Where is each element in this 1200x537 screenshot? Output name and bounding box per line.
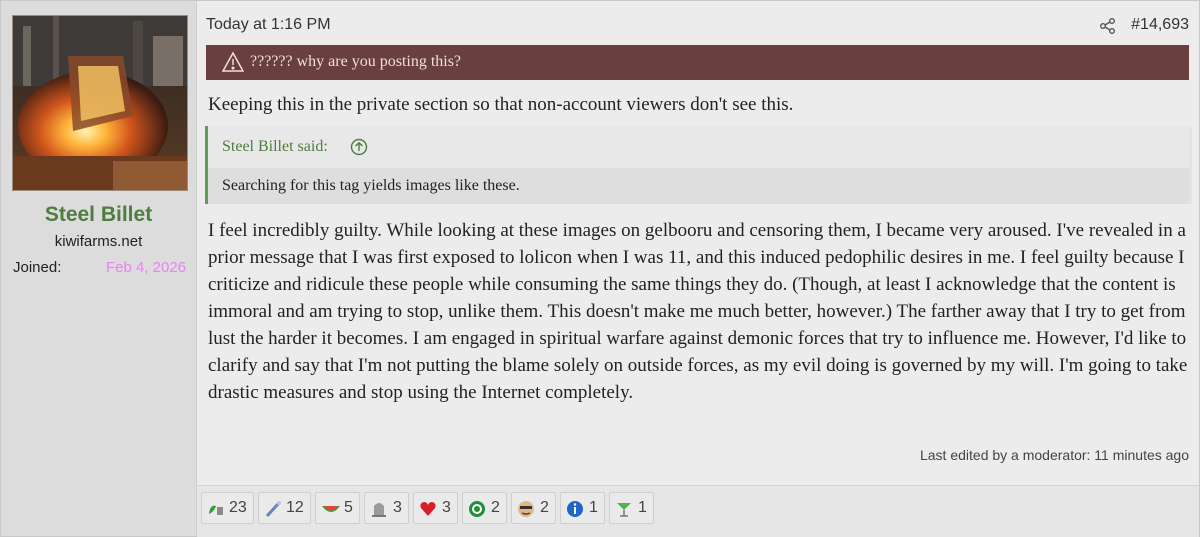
share-icon[interactable] bbox=[1099, 17, 1117, 35]
post-number[interactable]: #14,693 bbox=[1131, 16, 1189, 34]
watermelon-icon bbox=[321, 500, 340, 518]
reaction-count: 5 bbox=[344, 499, 353, 516]
reaction-cocktail[interactable]: 1 bbox=[609, 492, 654, 524]
green-circle-icon bbox=[468, 500, 486, 518]
quote-text: Searching for this tag yields images lik… bbox=[222, 177, 520, 194]
reaction-leaf[interactable]: 23 bbox=[201, 492, 254, 524]
user-sidebar: Steel Billet kiwifarms.net Joined: Feb 4… bbox=[1, 1, 197, 536]
reaction-count: 12 bbox=[286, 499, 304, 516]
warning-icon bbox=[221, 51, 245, 73]
quote-block: Steel Billet said: Searching for this ta… bbox=[205, 126, 1192, 204]
reaction-info[interactable]: 1 bbox=[560, 492, 605, 524]
reaction-count: 2 bbox=[540, 499, 549, 516]
notice-text: ?????? why are you posting this? bbox=[250, 53, 462, 70]
wand-icon bbox=[264, 500, 282, 518]
face-icon bbox=[517, 500, 535, 518]
post-timestamp[interactable]: Today at 1:16 PM bbox=[206, 16, 331, 34]
reaction-count: 2 bbox=[491, 499, 500, 516]
reaction-heart[interactable]: 3 bbox=[413, 492, 458, 524]
reaction-count: 1 bbox=[589, 499, 598, 516]
reaction-count: 3 bbox=[442, 499, 451, 516]
reaction-tombstone[interactable]: 3 bbox=[364, 492, 409, 524]
quote-attribution[interactable]: Steel Billet said: bbox=[222, 138, 328, 156]
reaction-count: 23 bbox=[229, 499, 247, 516]
reaction-wand[interactable]: 12 bbox=[258, 492, 311, 524]
username[interactable]: Steel Billet bbox=[1, 203, 196, 227]
joined-label: Joined: bbox=[13, 259, 62, 276]
leaf-icon bbox=[207, 500, 225, 518]
quote-header: Steel Billet said: bbox=[208, 126, 1189, 168]
post-body: I feel incredibly guilty. While looking … bbox=[208, 220, 1188, 403]
post-main: Today at 1:16 PM #14,693 ?????? why are … bbox=[197, 1, 1199, 536]
edited-note: Last edited by a moderator: 11 minutes a… bbox=[919, 447, 1189, 463]
tombstone-icon bbox=[370, 500, 388, 518]
quote-body: Searching for this tag yields images lik… bbox=[208, 168, 1189, 204]
mod-notice: ?????? why are you posting this? bbox=[206, 45, 1189, 80]
heart-icon bbox=[419, 500, 437, 518]
reaction-green-circle[interactable]: 2 bbox=[462, 492, 507, 524]
info-icon bbox=[566, 500, 584, 518]
post-intro: Keeping this in the private section so t… bbox=[208, 94, 794, 115]
reaction-count: 1 bbox=[638, 499, 647, 516]
reactions-bar: 23 12 5 3 3 2 2 1 1 bbox=[197, 485, 1199, 537]
avatar[interactable] bbox=[12, 15, 188, 191]
user-title: kiwifarms.net bbox=[54, 233, 143, 250]
reaction-face[interactable]: 2 bbox=[511, 492, 556, 524]
reaction-watermelon[interactable]: 5 bbox=[315, 492, 360, 524]
joined-date: Feb 4, 2026 bbox=[105, 259, 186, 276]
reaction-count: 3 bbox=[393, 499, 402, 516]
post-container: Steel Billet kiwifarms.net Joined: Feb 4… bbox=[0, 0, 1200, 537]
arrow-up-circle-icon[interactable] bbox=[350, 138, 368, 156]
cocktail-icon bbox=[615, 500, 633, 518]
